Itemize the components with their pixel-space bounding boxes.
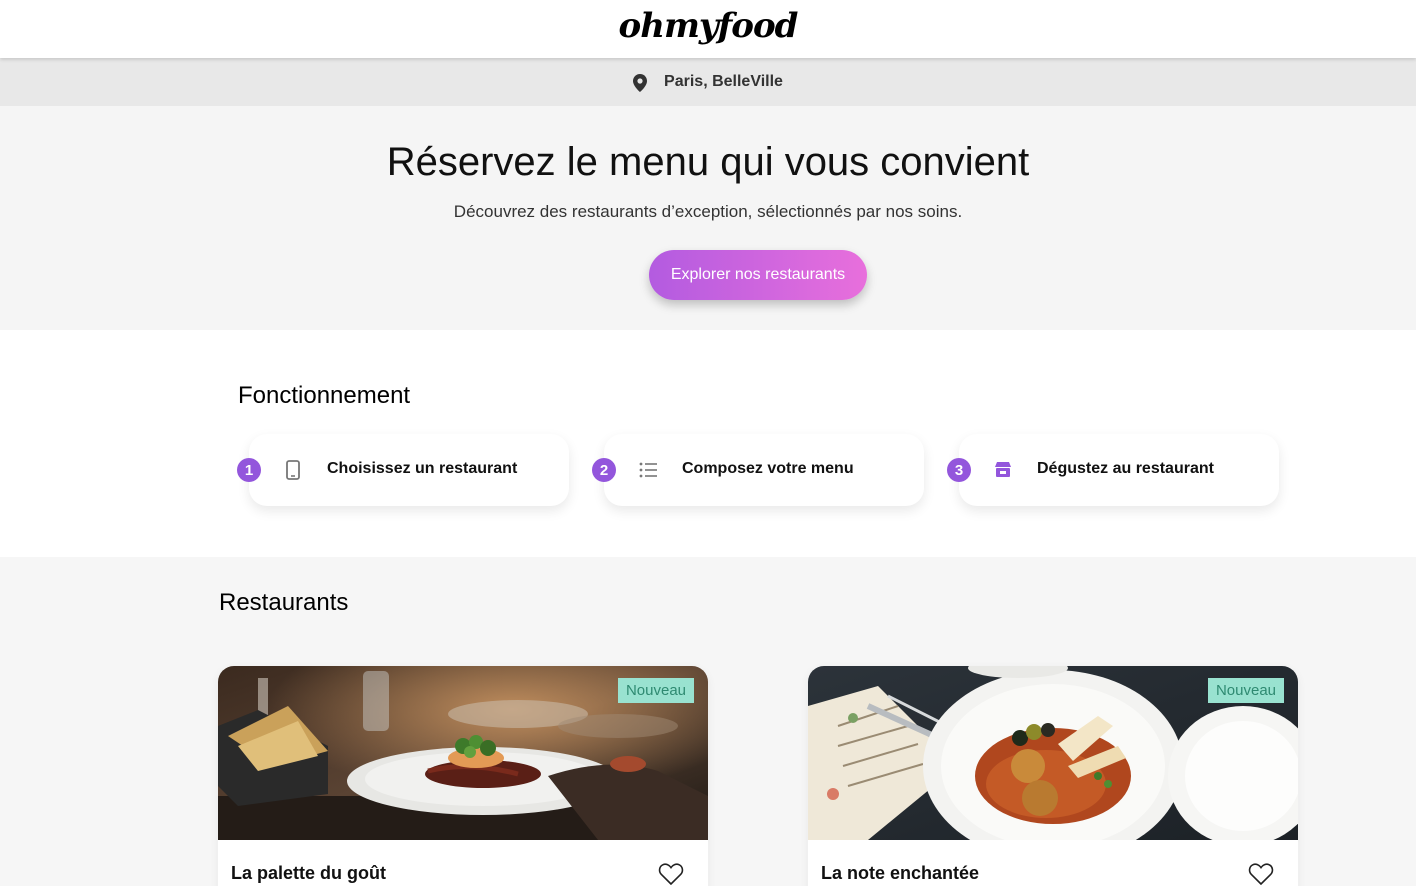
step-label: Choisissez un restaurant	[327, 460, 518, 477]
restaurant-card[interactable]: Nouveau La palette du goût	[218, 666, 708, 886]
location-label[interactable]: Paris, BelleVille	[664, 73, 783, 91]
phone-icon	[283, 460, 303, 480]
hero-subtitle: Découvrez des restaurants d’exception, s…	[453, 202, 963, 221]
restaurant-name[interactable]: La palette du goût	[231, 863, 386, 884]
site-header: ohmyfood	[0, 0, 1416, 58]
step-label: Dégustez au restaurant	[1037, 460, 1214, 477]
step-card-1: 1 Choisissez un restaurant	[237, 434, 569, 506]
heart-icon[interactable]	[1248, 862, 1274, 886]
hero-title: Réservez le menu qui vous convient	[386, 140, 1030, 184]
step-number: 1	[237, 458, 261, 482]
step-label: Composez votre menu	[682, 460, 854, 477]
explore-restaurants-button[interactable]: Explorer nos restaurants	[649, 250, 867, 300]
restaurants-section: Restaurants Nouveau La palette du goût N…	[0, 557, 1416, 886]
restaurant-name[interactable]: La note enchantée	[821, 863, 979, 884]
heart-icon[interactable]	[658, 862, 684, 886]
step-card-2: 2 Composez votre menu	[592, 434, 924, 506]
step-card-3: 3 Dégustez au restaurant	[947, 434, 1279, 506]
restaurant-photo[interactable]: Nouveau	[218, 666, 708, 840]
map-pin-icon	[633, 74, 648, 92]
step-number: 3	[947, 458, 971, 482]
how-it-works-section: Fonctionnement 1 Choisissez un restauran…	[0, 330, 1416, 557]
new-badge: Nouveau	[1207, 678, 1284, 703]
step-number: 2	[592, 458, 616, 482]
hero-section: Réservez le menu qui vous convient Décou…	[0, 106, 1416, 330]
list-icon	[638, 460, 658, 480]
restaurants-title: Restaurants	[219, 589, 349, 616]
store-icon	[993, 460, 1013, 480]
restaurant-card[interactable]: Nouveau La note enchantée	[808, 666, 1298, 886]
new-badge: Nouveau	[617, 678, 694, 703]
logo[interactable]: ohmyfood	[619, 6, 799, 46]
how-it-works-title: Fonctionnement	[238, 382, 411, 409]
location-bar: Paris, BelleVille	[0, 58, 1416, 106]
restaurant-photo[interactable]: Nouveau	[808, 666, 1298, 840]
